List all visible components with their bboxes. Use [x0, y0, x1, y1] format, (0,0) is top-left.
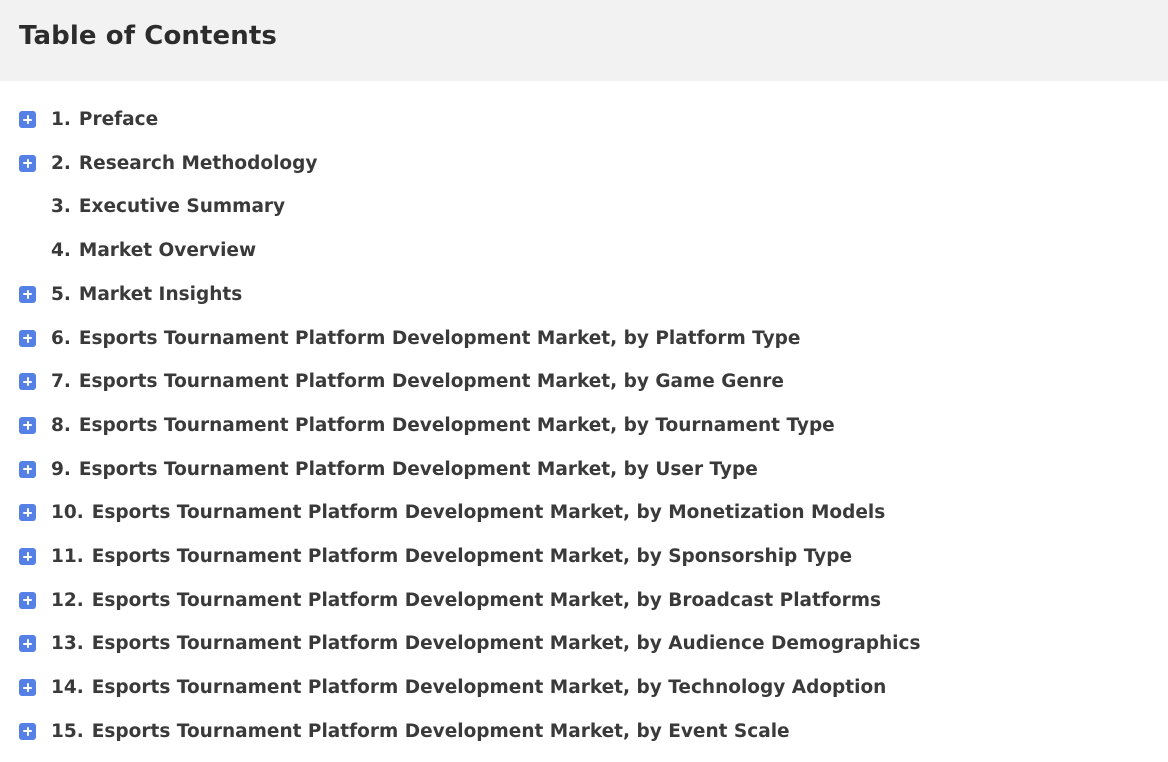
toc-item-text: Esports Tournament Platform Development … [91, 720, 790, 742]
toc-item-label[interactable]: 14. Esports Tournament Platform Developme… [51, 673, 886, 703]
toc-item-text: Esports Tournament Platform Development … [91, 633, 921, 655]
toc-item[interactable]: 13. Esports Tournament Platform Developme… [0, 629, 1168, 659]
toc-item[interactable]: 8. Esports Tournament Platform Developmen… [0, 411, 1168, 441]
expand-plus-icon[interactable] [19, 285, 36, 303]
toc-item-text: Research Methodology [78, 152, 318, 174]
toc-item-number: 15. [51, 720, 84, 742]
toc-item-number: 6. [51, 327, 71, 349]
toc-item[interactable]: 3. Executive Summary [0, 192, 1168, 222]
toc-item[interactable]: 5. Market Insights [0, 280, 1168, 310]
toc-item[interactable]: 9. Esports Tournament Platform Developmen… [0, 455, 1168, 485]
toc-item-number: 3. [51, 196, 71, 218]
toc-item-text: Esports Tournament Platform Development … [78, 458, 758, 480]
expand-plus-icon[interactable] [19, 504, 36, 522]
toc-item-text: Esports Tournament Platform Development … [78, 414, 835, 436]
toc-item[interactable]: 1. Preface [0, 105, 1168, 135]
expand-plus-icon[interactable] [19, 329, 36, 347]
toc-item-text: Esports Tournament Platform Development … [91, 502, 886, 524]
toc-item-label[interactable]: 13. Esports Tournament Platform Developme… [51, 629, 920, 659]
toc-item-number: 4. [51, 240, 71, 262]
toc-item-text: Preface [78, 109, 159, 130]
toc-item[interactable]: 6. Esports Tournament Platform Developmen… [0, 324, 1168, 354]
toc-item-number: 10. [51, 502, 84, 524]
toc-item-label[interactable]: 10. Esports Tournament Platform Developme… [51, 498, 885, 528]
toc-item-text: Esports Tournament Platform Development … [91, 546, 853, 567]
toc-item-number: 5. [51, 283, 71, 305]
expand-plus-icon[interactable] [19, 111, 36, 128]
toc-item[interactable]: 14. Esports Tournament Platform Developme… [0, 673, 1168, 703]
toc-item-label[interactable]: 5. Market Insights [51, 280, 242, 310]
expand-plus-icon[interactable] [19, 460, 36, 478]
toc-item-label[interactable]: 1. Preface [51, 105, 158, 135]
toc-item-text: Executive Summary [78, 196, 286, 218]
expand-plus-icon[interactable] [19, 635, 36, 653]
toc-item-text: Esports Tournament Platform Development … [91, 589, 882, 611]
toc-item[interactable]: 4. Market Overview [0, 236, 1168, 266]
toc-item-number: 7. [51, 371, 71, 393]
toc-item-label[interactable]: 8. Esports Tournament Platform Developmen… [51, 411, 835, 441]
toc-item-label[interactable]: 4. Market Overview [51, 236, 256, 266]
toc-item[interactable]: 7. Esports Tournament Platform Developmen… [0, 367, 1168, 397]
toc-item-number: 14. [51, 677, 84, 699]
expand-plus-icon[interactable] [19, 416, 36, 434]
expand-plus-icon[interactable] [19, 373, 36, 391]
toc-item[interactable]: 15. Esports Tournament Platform Developme… [0, 717, 1168, 747]
toc-item-number: 9. [51, 458, 71, 480]
toc-item-label[interactable]: 2. Research Methodology [51, 149, 317, 179]
toc-item-label[interactable]: 6. Esports Tournament Platform Developmen… [51, 324, 800, 354]
toc-item-label[interactable]: 15. Esports Tournament Platform Developme… [51, 717, 790, 747]
toc-item[interactable]: 2. Research Methodology [0, 149, 1168, 179]
toc-item[interactable]: 11. Esports Tournament Platform Developme… [0, 542, 1168, 572]
page-title: Table of Contents [19, 20, 277, 51]
toc-item-number: 1. [51, 109, 71, 130]
toc-item[interactable]: 10. Esports Tournament Platform Developme… [0, 498, 1168, 528]
toc-item-number: 13. [51, 633, 84, 655]
expand-plus-icon[interactable] [19, 154, 36, 172]
toc-item-number: 12. [51, 589, 84, 611]
toc-item-label[interactable]: 12. Esports Tournament Platform Developme… [51, 586, 881, 616]
expand-plus-icon[interactable] [19, 591, 36, 609]
toc-item-number: 8. [51, 414, 71, 436]
expand-plus-icon[interactable] [19, 548, 36, 565]
toc-item-label[interactable]: 11. Esports Tournament Platform Developme… [51, 542, 852, 572]
toc-item-label[interactable]: 3. Executive Summary [51, 192, 285, 222]
toc-item-text: Market Overview [78, 240, 257, 262]
toc-item-text: Esports Tournament Platform Development … [91, 677, 887, 699]
expand-plus-icon[interactable] [19, 722, 36, 740]
toc-item-text: Esports Tournament Platform Development … [78, 327, 801, 349]
toc-item-label[interactable]: 9. Esports Tournament Platform Developmen… [51, 455, 758, 485]
toc-header: Table of Contents [0, 0, 1168, 81]
toc-item-number: 11. [51, 546, 84, 567]
toc-item-label[interactable]: 7. Esports Tournament Platform Developmen… [51, 367, 784, 397]
toc-item-text: Esports Tournament Platform Development … [78, 371, 784, 393]
toc-item[interactable]: 12. Esports Tournament Platform Developme… [0, 586, 1168, 616]
expand-plus-icon[interactable] [19, 679, 36, 697]
toc-item-number: 2. [51, 152, 71, 174]
toc-item-text: Market Insights [78, 283, 243, 305]
